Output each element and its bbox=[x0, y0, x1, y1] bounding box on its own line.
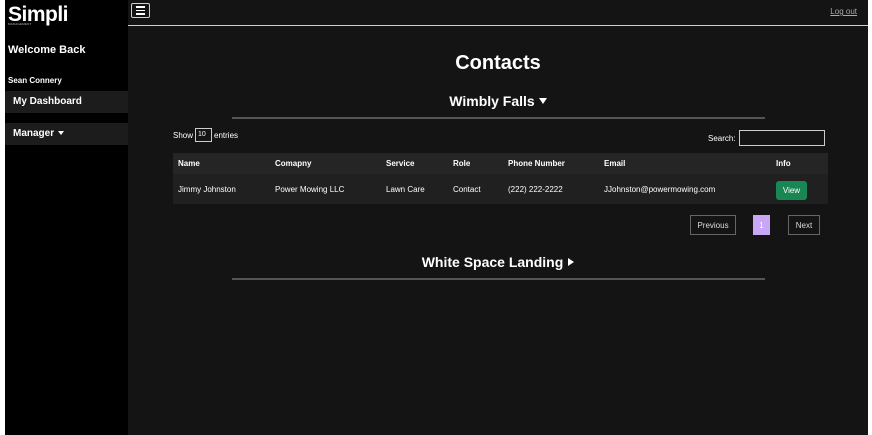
user-name: Sean Connery bbox=[8, 76, 62, 85]
cell-service: Lawn Care bbox=[386, 184, 425, 194]
brand-tagline: MANAGEMENT bbox=[8, 22, 32, 26]
cell-name: Jimmy Johnston bbox=[178, 184, 236, 194]
column-header-email[interactable]: Email bbox=[604, 153, 625, 174]
entries-select[interactable]: 10 bbox=[195, 128, 213, 142]
search-label: Search: bbox=[708, 133, 736, 143]
hamburger-line bbox=[136, 13, 145, 15]
column-header-company[interactable]: Comapny bbox=[275, 153, 311, 174]
hamburger-line bbox=[136, 6, 145, 8]
entries-label: entries bbox=[214, 130, 239, 140]
section-divider bbox=[232, 278, 765, 280]
sidebar-item-manager-dropdown[interactable]: Manager bbox=[5, 123, 128, 145]
caret-down-icon bbox=[538, 98, 547, 105]
pagination-next-button[interactable]: Next bbox=[788, 215, 820, 235]
entries-length-control: Show 10 entries bbox=[173, 128, 238, 142]
view-button[interactable]: View bbox=[776, 180, 807, 200]
app-frame: Simpli MANAGEMENT Welcome Back Sean Conn… bbox=[5, 0, 868, 435]
logout-link[interactable]: Log out bbox=[830, 7, 857, 16]
cell-phone: (222) 222-2222 bbox=[508, 184, 563, 194]
caret-right-icon bbox=[568, 258, 575, 267]
column-header-name[interactable]: Name bbox=[178, 153, 200, 174]
top-bar: Log out bbox=[128, 0, 868, 26]
show-label: Show bbox=[173, 130, 194, 140]
cell-company: Power Mowing LLC bbox=[275, 184, 345, 194]
table-search: Search: bbox=[708, 130, 825, 146]
menu-toggle-button[interactable] bbox=[131, 3, 150, 18]
sidebar-item-my-dashboard[interactable]: My Dashboard bbox=[5, 91, 128, 113]
caret-down-icon bbox=[58, 131, 65, 136]
column-header-role[interactable]: Role bbox=[453, 153, 470, 174]
sidebar-item-label: My Dashboard bbox=[13, 96, 82, 107]
section-title: Wimbly Falls bbox=[449, 93, 535, 109]
contacts-table: Name Comapny Service Role Phone Number E… bbox=[173, 153, 828, 204]
pagination-page-button[interactable]: 1 bbox=[753, 215, 770, 235]
sidebar: Simpli MANAGEMENT Welcome Back Sean Conn… bbox=[5, 0, 128, 435]
table-header: Name Comapny Service Role Phone Number E… bbox=[173, 153, 828, 174]
welcome-text: Welcome Back bbox=[8, 44, 86, 56]
section-title: White Space Landing bbox=[421, 254, 564, 270]
cell-role: Contact bbox=[453, 184, 481, 194]
section-toggle-wimbly-falls[interactable]: Wimbly Falls bbox=[128, 93, 868, 109]
section-divider bbox=[232, 117, 765, 119]
table-row: Jimmy Johnston Power Mowing LLC Lawn Car… bbox=[173, 174, 828, 204]
hamburger-line bbox=[136, 9, 145, 12]
page-title: Contacts bbox=[455, 52, 541, 74]
search-input[interactable] bbox=[738, 130, 825, 146]
column-header-service[interactable]: Service bbox=[386, 153, 414, 174]
column-header-phone[interactable]: Phone Number bbox=[508, 153, 565, 174]
cell-email: JJohnston@powermowing.com bbox=[604, 184, 716, 194]
column-header-info[interactable]: Info bbox=[776, 153, 791, 174]
pagination-previous-button[interactable]: Previous bbox=[690, 215, 736, 235]
sidebar-item-label: Manager bbox=[13, 128, 55, 139]
cell-info: View bbox=[776, 174, 807, 204]
section-toggle-white-space-landing[interactable]: White Space Landing bbox=[128, 254, 868, 270]
